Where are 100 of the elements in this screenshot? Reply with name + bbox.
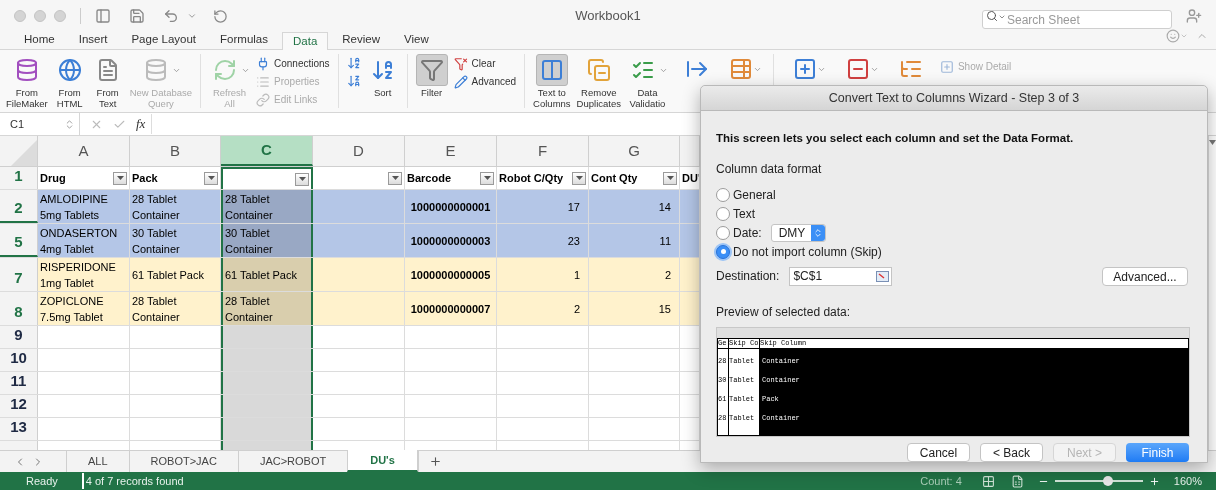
row-header[interactable]: 2 — [0, 190, 38, 223]
row-header[interactable]: 13 — [0, 418, 38, 440]
stepper-icon[interactable] — [810, 224, 825, 241]
radio-button[interactable] — [716, 244, 730, 259]
header-label: Cont Qty — [591, 170, 638, 186]
redo-icon[interactable] — [213, 8, 228, 24]
menu-tab[interactable]: Home — [14, 31, 65, 49]
status-text: Ready — [26, 473, 58, 489]
table-cell: 1 — [497, 258, 589, 291]
table-cell: ZOPICLONE 7.5mg Tablet — [38, 292, 130, 325]
menu-tab[interactable]: Review — [332, 31, 390, 49]
caret-icon — [391, 176, 399, 180]
sheet-tab[interactable]: DU's — [347, 450, 418, 472]
date-order-select[interactable]: DMY — [770, 223, 826, 242]
column-header[interactable]: F — [497, 136, 589, 166]
add-person-icon[interactable] — [1186, 8, 1202, 24]
advanced-button[interactable]: Advanced... — [1102, 266, 1188, 286]
table-cell: RISPERIDONE 1mg Tablet — [38, 258, 130, 291]
table-cell: AMLODIPINE 5mg Tablets — [38, 190, 130, 223]
header-label: Drug — [40, 170, 66, 186]
row-header[interactable]: 9 — [0, 326, 38, 348]
ribbon-button[interactable]: Remove Duplicates — [576, 54, 621, 109]
column-header[interactable]: A — [38, 136, 130, 166]
section-label: Column data format — [716, 161, 823, 179]
radio-label: Date: — [733, 224, 762, 242]
filter-dropdown[interactable] — [295, 172, 309, 186]
table-cell: 2 — [497, 292, 589, 325]
table-cell: 1000000000003 — [405, 224, 497, 257]
plus-square-icon — [792, 57, 817, 81]
sidebar-icon[interactable] — [95, 8, 111, 24]
menu-tab[interactable]: View — [394, 31, 439, 49]
plug-icon — [256, 56, 270, 71]
column-header[interactable]: C — [221, 136, 313, 166]
menu-tab[interactable]: Page Layout — [121, 31, 207, 49]
ribbon-button[interactable]: From FileMaker — [6, 54, 48, 109]
table-cell: 1000000000005 — [405, 258, 497, 291]
row-header[interactable]: 5 — [0, 224, 38, 257]
table-cell: 28 Tablet Container — [130, 292, 221, 325]
scroll-down-icon[interactable] — [1209, 140, 1216, 145]
caret-icon[interactable] — [187, 11, 197, 21]
sort-ascending-icon[interactable] — [346, 56, 361, 71]
filter-dropdown[interactable] — [572, 171, 586, 185]
normal-view-icon[interactable] — [981, 474, 995, 488]
slider-thumb[interactable] — [1102, 476, 1113, 486]
list-icon — [256, 74, 270, 89]
row-header[interactable]: 7 — [0, 258, 38, 291]
zoom-in-icon[interactable] — [1148, 475, 1160, 487]
ribbon-button[interactable]: Connections — [256, 56, 330, 71]
row-header[interactable]: 11 — [0, 372, 38, 394]
row-header[interactable]: 12 — [0, 395, 38, 417]
ribbon-button[interactable]: Sort — [366, 54, 399, 98]
radio-button[interactable] — [716, 225, 730, 240]
header-label: Barcode — [407, 170, 452, 186]
ribbon-button[interactable]: From HTML — [53, 54, 86, 109]
table-cell: ONDASERTON 4mg Tablet — [38, 224, 130, 257]
ribbon-button[interactable]: From Text — [91, 54, 124, 109]
save-icon[interactable] — [129, 8, 145, 24]
ribbon-button[interactable]: Text to Columns — [533, 54, 571, 109]
smiley-icon[interactable] — [1166, 28, 1180, 43]
ribbon-button[interactable]: Advanced — [453, 74, 517, 89]
table-cell: 15 — [589, 292, 680, 325]
column-header[interactable]: D — [313, 136, 405, 166]
page-layout-icon[interactable] — [1010, 474, 1024, 488]
row-header[interactable]: 8 — [0, 292, 38, 325]
radio-button[interactable] — [716, 187, 730, 202]
table-cell: 28 Tablet Container — [130, 190, 221, 223]
search-field[interactable]: Search Sheet — [982, 10, 1172, 29]
filter-dropdown[interactable] — [388, 171, 402, 185]
function-button[interactable]: fx — [136, 114, 153, 134]
dialog-button[interactable]: Cancel — [907, 443, 970, 463]
radio-button[interactable] — [716, 206, 730, 221]
column-header[interactable]: E — [405, 136, 497, 166]
row-header[interactable]: 1 — [0, 167, 38, 189]
filter-dropdown[interactable] — [480, 171, 494, 185]
name-box[interactable]: C1 — [0, 113, 80, 135]
menu-tab[interactable]: Insert — [68, 31, 118, 49]
table-cell: 11 — [589, 224, 680, 257]
column-header[interactable]: G — [589, 136, 680, 166]
clear-filter-icon — [453, 56, 468, 71]
filter-dropdown[interactable] — [663, 171, 677, 185]
table-cell: 30 Tablet Container — [130, 224, 221, 257]
destination-field[interactable]: $C$1 — [789, 266, 893, 286]
header-label: Pack — [132, 170, 158, 186]
collapse-dialog-icon[interactable] — [876, 270, 890, 282]
intro-text: This screen lets you select each column and set the Data Format. — [716, 131, 1075, 146]
menu-tab[interactable]: Formulas — [210, 31, 278, 49]
ribbon-button[interactable]: Data Validatio — [626, 54, 668, 109]
ribbon-button[interactable]: Filter — [415, 54, 448, 98]
dialog-button[interactable]: < Back — [980, 443, 1043, 463]
pencil-icon — [453, 74, 468, 89]
ribbon-button[interactable]: Clear — [453, 56, 517, 71]
table-cell: 61 Tablet Pack — [221, 258, 313, 291]
table-cell: 28 Tablet Container — [221, 292, 313, 325]
sort-descending-icon[interactable] — [346, 74, 361, 89]
menu-tab[interactable]: Data — [282, 32, 329, 50]
table-icon — [728, 57, 753, 81]
row-header[interactable]: 10 — [0, 349, 38, 371]
undo-icon[interactable] — [163, 8, 179, 24]
filter-dropdown[interactable] — [113, 171, 127, 185]
filter-dropdown[interactable] — [204, 171, 218, 185]
